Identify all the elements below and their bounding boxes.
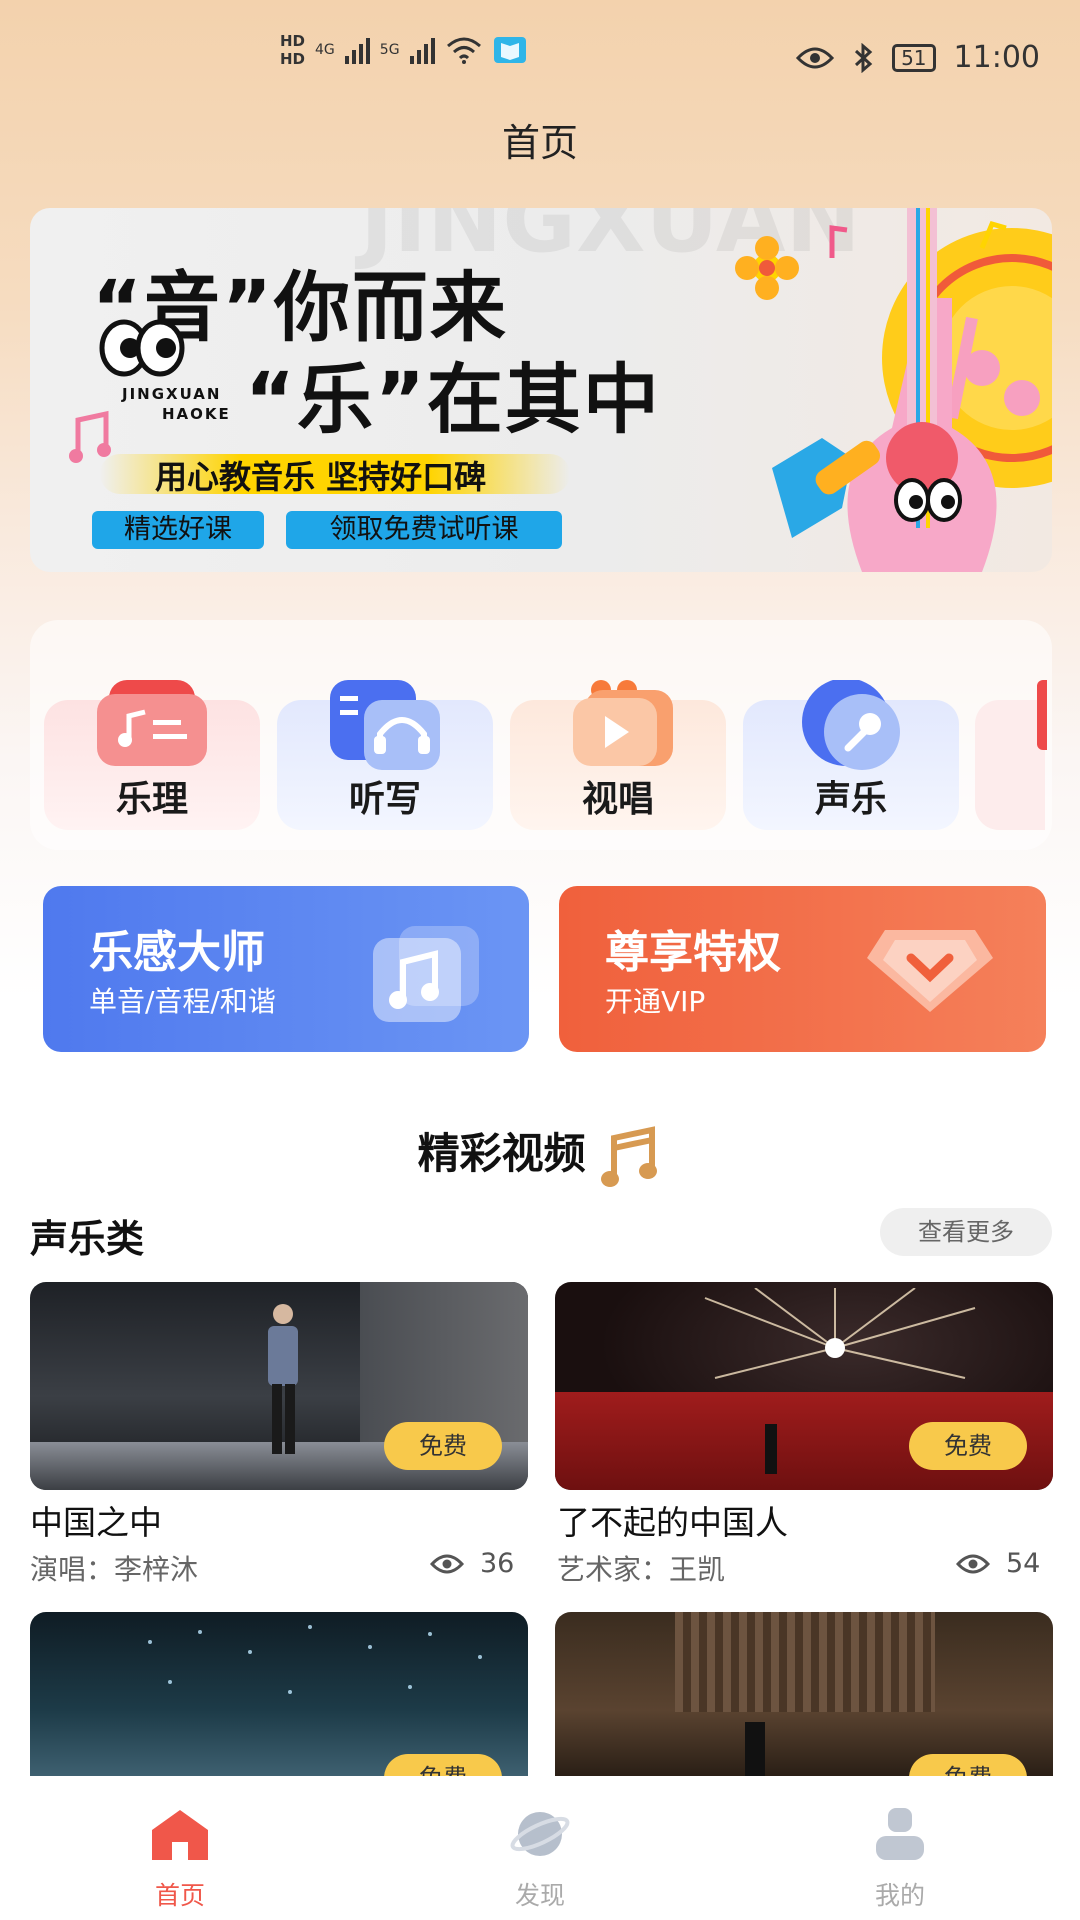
view-more-button[interactable]: 查看更多 (880, 1208, 1052, 1256)
promo-banner[interactable]: JINGXUAN “音”你而来 JINGXUAN HAOKE “乐”在其中 用心教… (30, 208, 1052, 572)
headphones-icon (330, 680, 440, 770)
signal-icon (344, 36, 370, 64)
nav-discover[interactable]: 发现 (440, 1776, 640, 1920)
status-right: 51 11:00 (796, 40, 1040, 75)
home-icon (152, 1810, 208, 1860)
video-views: 54 (956, 1548, 1040, 1579)
music-notes-icon (601, 1125, 658, 1187)
user-icon (876, 1808, 924, 1860)
free-badge: 免费 (909, 1422, 1027, 1470)
video-category-title: 声乐类 (30, 1217, 145, 1261)
banner-headline-2: “乐”在其中 (245, 355, 661, 444)
bottom-nav: 首页 发现 我的 (0, 1776, 1080, 1920)
status-time: 11:00 (953, 40, 1040, 75)
nav-label: 首页 (154, 1881, 205, 1910)
category-label: 乐理 (115, 779, 188, 820)
play-icon (573, 680, 673, 766)
book-app-icon (493, 37, 526, 63)
status-bar: HD HD 4G 5G 51 11:00 (0, 0, 1080, 120)
category-next-partial[interactable] (975, 680, 1047, 830)
signal-icon-2 (409, 36, 435, 64)
promo-vip-privilege[interactable]: 尊享特权 开通VIP (559, 886, 1046, 1052)
free-badge: 免费 (909, 1754, 1027, 1776)
video-artist: 演唱：李梓沐 (30, 1553, 199, 1586)
category-sight-singing[interactable]: 视唱 (510, 680, 726, 830)
nav-label: 我的 (874, 1881, 925, 1910)
promo-subtitle: 开通VIP (605, 985, 706, 1018)
nav-label: 发现 (514, 1881, 565, 1910)
banner-tag-free-trial[interactable]: 领取免费试听课 (286, 511, 562, 549)
banner-brand: JINGXUAN HAOKE (122, 385, 231, 423)
stage-lights (704, 1288, 976, 1379)
category-vocal[interactable]: 声乐 (743, 680, 959, 830)
music-note-card-icon (373, 926, 479, 1022)
promo-music-sense-master[interactable]: 乐感大师 单音/音程/和谐 (43, 886, 529, 1052)
category-dictation[interactable]: 听写 (277, 680, 493, 830)
video-thumbnail[interactable]: 免费 (30, 1612, 528, 1776)
video-thumbnail[interactable]: 免费 (555, 1612, 1053, 1776)
music-note-pink-icon (69, 410, 111, 463)
free-badge: 免费 (384, 1754, 502, 1776)
video-thumbnail[interactable]: 免费 (30, 1282, 528, 1490)
nav-profile[interactable]: 我的 (800, 1776, 1000, 1920)
video-title[interactable]: 中国之中 (30, 1496, 162, 1544)
promo-title: 尊享特权 (605, 927, 781, 978)
microphone-icon (802, 680, 900, 770)
page-title: 首页 (501, 121, 578, 165)
eye-icon (956, 1554, 990, 1573)
banner-slogan: 用心教音乐 坚持好口碑 (100, 454, 570, 496)
hd-badge: HD (280, 32, 306, 50)
battery-indicator: 51 (892, 43, 936, 72)
eye-icon (430, 1554, 464, 1573)
video-views: 36 (430, 1548, 514, 1579)
music-theory-icon (97, 680, 207, 766)
video-artist: 艺术家：王凯 (557, 1553, 726, 1586)
wifi-icon (446, 37, 481, 64)
banner-tag-selected-courses[interactable]: 精选好课 (92, 511, 264, 549)
hd-badge-2: HD (280, 50, 306, 68)
network-4g-label: 4G (315, 42, 335, 58)
status-left: HD HD 4G 5G (280, 32, 527, 68)
bluetooth-icon (855, 42, 873, 73)
category-label: 视唱 (581, 779, 654, 820)
network-5g-label: 5G (379, 42, 400, 58)
video-thumbnail[interactable]: 免费 (555, 1282, 1053, 1490)
section-title: 精彩视频 (0, 1120, 1080, 1190)
nav-home[interactable]: 首页 (80, 1776, 280, 1920)
guitar-illustration-icon (735, 208, 1052, 572)
singer-figure (268, 1304, 298, 1454)
planet-icon (510, 1812, 570, 1856)
promo-title: 乐感大师 (89, 927, 265, 978)
category-label: 听写 (348, 779, 421, 820)
category-label: 声乐 (814, 779, 887, 820)
video-title[interactable]: 了不起的中国人 (557, 1496, 788, 1544)
diamond-icon (867, 930, 993, 1012)
eye-icon (796, 47, 835, 68)
free-badge: 免费 (384, 1422, 502, 1470)
cartoon-eyes-icon (99, 319, 185, 377)
stage-lights (148, 1625, 482, 1694)
promo-subtitle: 单音/音程/和谐 (89, 985, 276, 1018)
category-music-theory[interactable]: 乐理 (44, 680, 260, 830)
